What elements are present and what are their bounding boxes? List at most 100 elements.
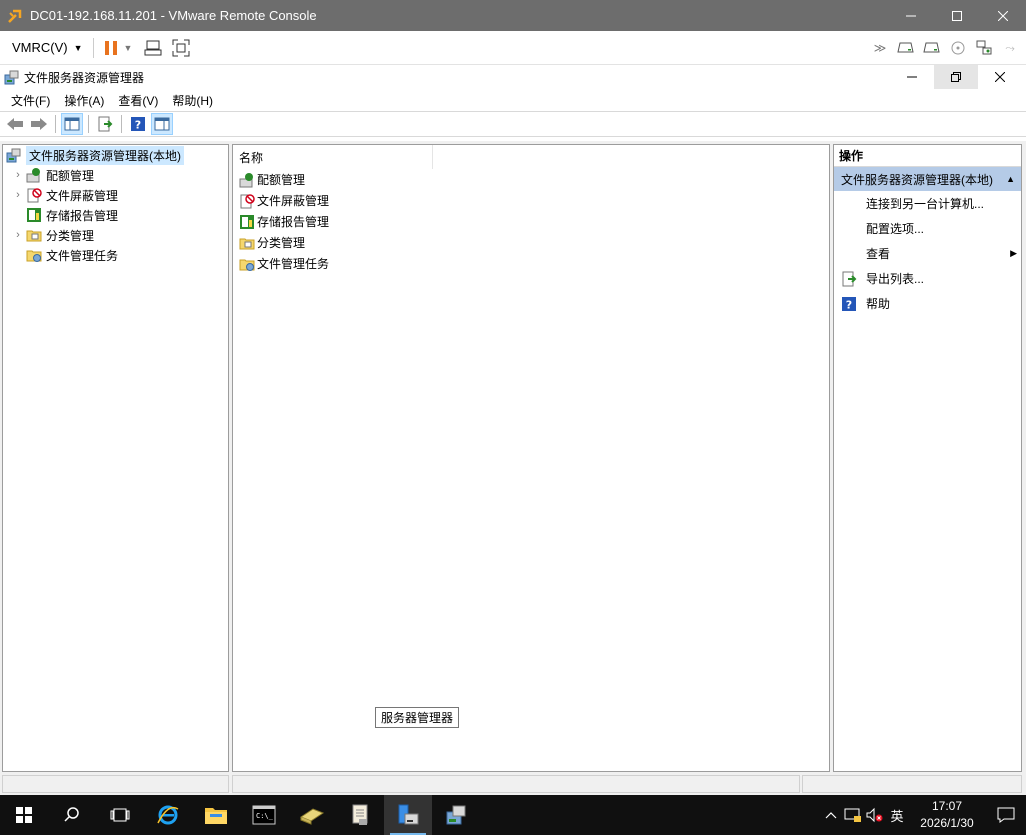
toolbar-divider <box>88 115 89 133</box>
tree-item-file-task[interactable]: 文件管理任务 <box>3 245 228 265</box>
menu-help[interactable]: 帮助(H) <box>165 92 220 109</box>
chevron-down-icon: ▼ <box>73 42 83 53</box>
action-export-list[interactable]: 导出列表... <box>834 266 1021 291</box>
hard-disk-icon[interactable] <box>922 37 942 59</box>
chevron-double-right-icon[interactable]: ≫ <box>870 37 890 59</box>
pause-icon[interactable] <box>104 37 118 59</box>
search-button[interactable] <box>48 795 96 835</box>
column-header-name[interactable]: 名称 <box>233 145 433 169</box>
taskbar-command-prompt[interactable]: C:\_ <box>240 795 288 835</box>
svg-text:C:\_: C:\_ <box>256 812 274 820</box>
clock-date: 2026/1/30 <box>920 816 974 830</box>
menu-view[interactable]: 查看(V) <box>111 92 165 109</box>
taskbar-server-manager[interactable] <box>384 795 432 835</box>
expand-chevron-icon[interactable]: › <box>11 189 25 201</box>
status-bar <box>0 773 1026 795</box>
taskbar-internet-explorer[interactable] <box>144 795 192 835</box>
fsrm-app-icon <box>4 69 20 85</box>
tree-item-label: 配额管理 <box>46 168 95 183</box>
toolbar-divider <box>121 115 122 133</box>
show-hidden-icons-chevron-icon[interactable] <box>820 795 842 835</box>
mmc-restore-button[interactable] <box>934 65 978 89</box>
action-view[interactable]: 查看 ▶ <box>834 241 1021 266</box>
taskbar-fsrm[interactable] <box>432 795 480 835</box>
list-item-quota[interactable]: 配额管理 <box>233 169 829 190</box>
toolbar-divider <box>92 37 94 58</box>
tree-item-quota[interactable]: › 配额管理 <box>3 165 228 185</box>
storage-report-icon <box>25 207 43 223</box>
maximize-button[interactable] <box>934 0 980 31</box>
actions-section-fsrm[interactable]: 文件服务器资源管理器(本地) ▲ <box>834 167 1021 191</box>
removable-device-icon[interactable] <box>896 37 916 59</box>
ime-indicator[interactable]: 英 <box>886 795 908 835</box>
tree-item-storage-report[interactable]: 存储报告管理 <box>3 205 228 225</box>
action-label: 帮助 <box>866 297 891 311</box>
notification-button[interactable] <box>986 795 1026 835</box>
taskbar-file-explorer[interactable] <box>192 795 240 835</box>
toolbar-divider <box>55 115 56 133</box>
list-item-label: 配额管理 <box>257 173 306 187</box>
show-hide-console-tree-icon[interactable] <box>61 113 83 135</box>
vmrc-toolbar: VMRC(V) ▼ ▼ ≫ ⤳ <box>0 31 1026 65</box>
classification-icon <box>238 235 256 251</box>
file-task-icon <box>238 256 256 272</box>
list-header: 名称 <box>233 145 829 169</box>
action-label: 导出列表... <box>866 272 925 286</box>
list-item-storage-report[interactable]: 存储报告管理 <box>233 211 829 232</box>
volume-muted-icon[interactable] <box>864 795 886 835</box>
console-tree-pane: 文件服务器资源管理器(本地) › 配额管理 › 文件屏蔽管理 存储报告管理 › … <box>2 144 229 772</box>
usb-icon[interactable]: ⤳ <box>1000 37 1020 59</box>
mmc-close-button[interactable] <box>978 65 1022 89</box>
list-item-file-screen[interactable]: 文件屏蔽管理 <box>233 190 829 211</box>
internet-explorer-icon <box>157 805 179 825</box>
collapse-triangle-icon[interactable]: ▲ <box>1006 174 1015 184</box>
cd-rom-icon[interactable] <box>948 37 968 59</box>
action-configure-options[interactable]: 配置选项... <box>834 216 1021 241</box>
tree-root-label: 文件服务器资源管理器(本地) <box>26 145 184 165</box>
status-cell <box>802 775 1022 793</box>
action-center-warning-icon[interactable] <box>842 795 864 835</box>
close-button[interactable] <box>980 0 1026 31</box>
forward-arrow-icon[interactable] <box>28 113 50 135</box>
script-scroll-icon <box>352 804 368 825</box>
taskbar-app-disk[interactable] <box>288 795 336 835</box>
start-button[interactable] <box>0 795 48 835</box>
vmrc-menu-label: VMRC(V) <box>12 40 68 55</box>
action-connect-other-computer[interactable]: 连接到另一台计算机... <box>834 191 1021 216</box>
network-adapter-icon[interactable] <box>974 37 994 59</box>
taskbar-app-scroll[interactable] <box>336 795 384 835</box>
help-icon[interactable]: ? <box>127 113 149 135</box>
task-view-icon <box>110 808 130 822</box>
vmrc-menu-button[interactable]: VMRC(V) ▼ <box>12 40 83 55</box>
taskbar-clock[interactable]: 17:07 2026/1/30 <box>908 798 986 832</box>
minimize-button[interactable] <box>888 0 934 31</box>
expand-chevron-icon[interactable]: › <box>11 229 25 241</box>
result-list-pane: 名称 配额管理 文件屏蔽管理 存储报告管理 分类管理 文件管理任务 <box>232 144 830 772</box>
vmrc-window-title: DC01-192.168.11.201 - VMware Remote Cons… <box>30 8 317 23</box>
expand-chevron-icon[interactable]: › <box>11 169 25 181</box>
show-hide-action-pane-icon[interactable] <box>151 113 173 135</box>
tree-item-file-screen[interactable]: › 文件屏蔽管理 <box>3 185 228 205</box>
action-help[interactable]: ? 帮助 <box>834 291 1021 316</box>
send-ctrl-alt-del-icon[interactable] <box>144 37 162 59</box>
menu-file[interactable]: 文件(F) <box>4 92 57 109</box>
fsrm-taskbar-icon <box>446 805 466 825</box>
list-item-classification[interactable]: 分类管理 <box>233 232 829 253</box>
help-icon: ? <box>840 296 858 312</box>
file-screen-icon <box>25 187 43 203</box>
svg-text:?: ? <box>846 298 852 311</box>
export-list-icon[interactable] <box>94 113 116 135</box>
list-item-label: 存储报告管理 <box>257 215 330 229</box>
back-arrow-icon[interactable] <box>4 113 26 135</box>
tree-root-fsrm[interactable]: 文件服务器资源管理器(本地) <box>3 145 228 165</box>
tree-item-classification[interactable]: › 分类管理 <box>3 225 228 245</box>
mmc-minimize-button[interactable] <box>890 65 934 89</box>
fullscreen-icon[interactable] <box>172 37 190 59</box>
task-view-button[interactable] <box>96 795 144 835</box>
list-item-label: 分类管理 <box>257 236 306 250</box>
power-dropdown-icon[interactable]: ▼ <box>124 37 133 59</box>
status-cell <box>232 775 800 793</box>
list-item-file-task[interactable]: 文件管理任务 <box>233 253 829 274</box>
menu-action[interactable]: 操作(A) <box>57 92 111 109</box>
storage-report-icon <box>238 214 256 230</box>
